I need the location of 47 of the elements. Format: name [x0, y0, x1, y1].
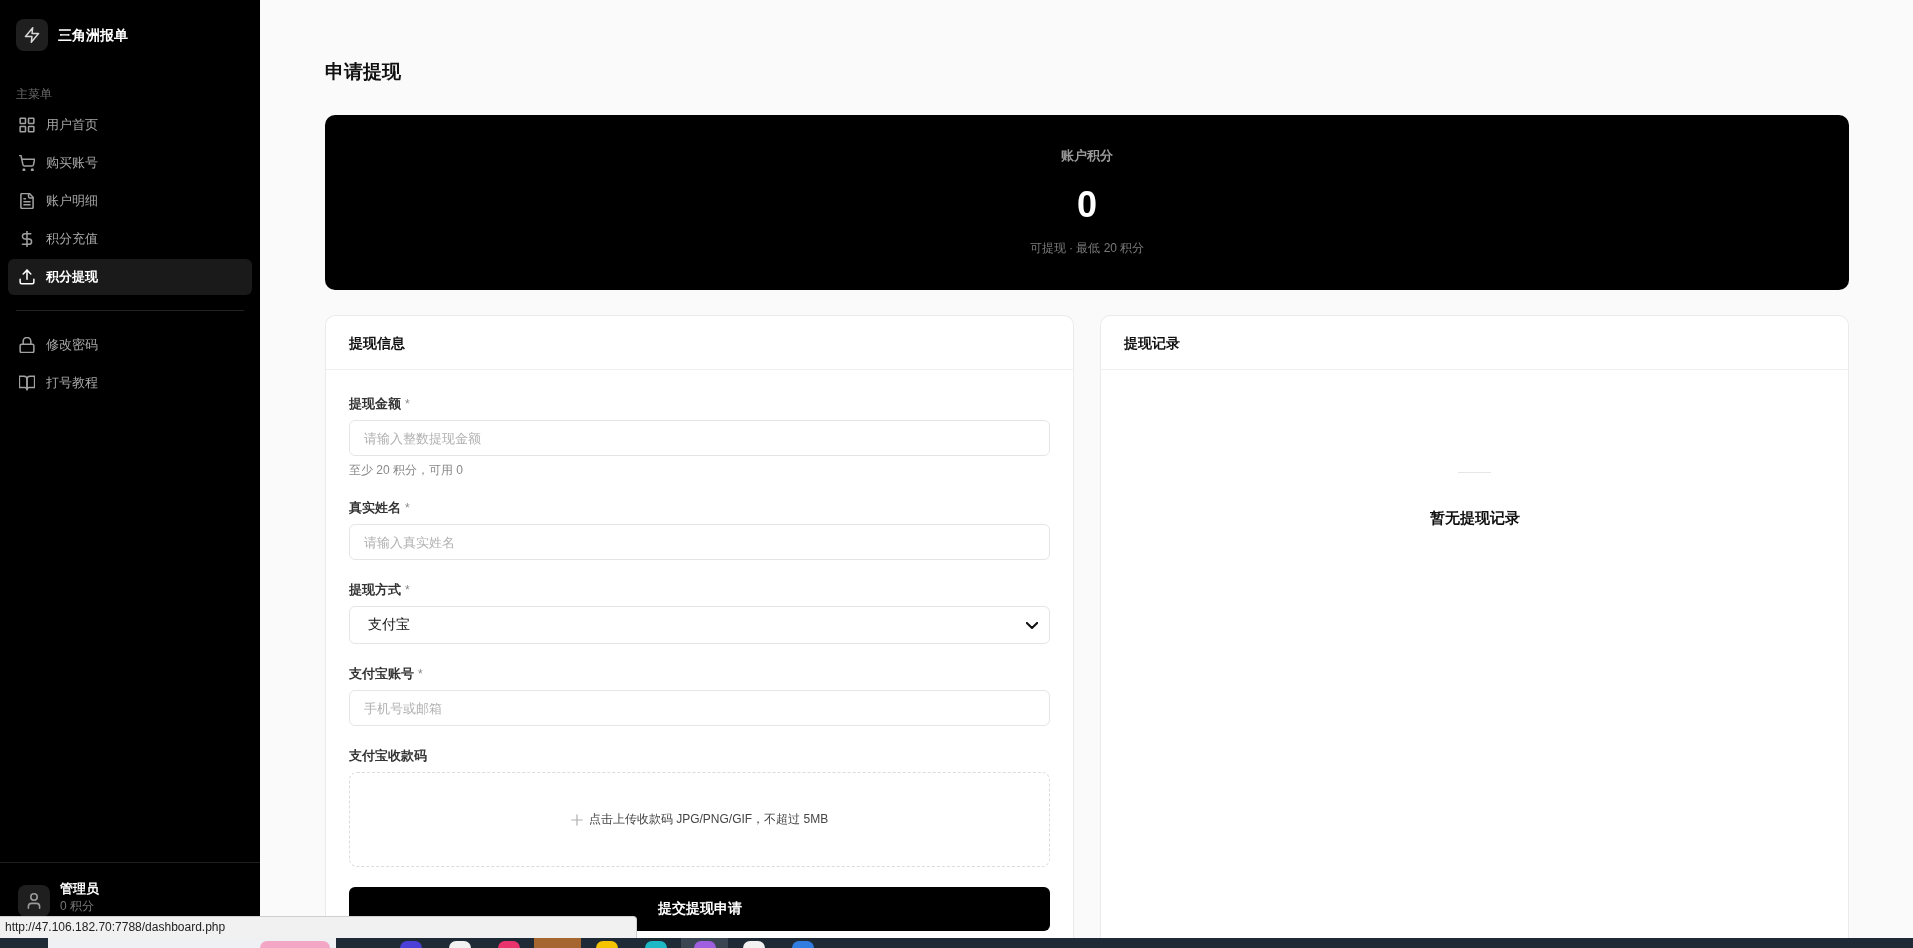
user-points: 0 积分: [60, 898, 94, 914]
upload-icon: [19, 269, 35, 285]
chevron-down-icon: [1026, 621, 1038, 629]
user-name: 管理员: [60, 880, 99, 898]
user-avatar-icon: [18, 885, 50, 917]
document-icon: [19, 193, 35, 209]
nav-item[interactable]: 打号教程: [8, 365, 252, 401]
nav-item[interactable]: 积分充值: [8, 221, 252, 257]
status-url-tooltip: http://47.106.182.70:7788/dashboard.php: [0, 916, 637, 938]
page-title: 申请提现: [325, 60, 401, 84]
input-field[interactable]: 请输入真实姓名: [349, 524, 1050, 560]
cart-icon: [19, 155, 35, 171]
required-mark: *: [405, 582, 410, 599]
nav-item[interactable]: 账户明细: [8, 183, 252, 219]
balance-note: 可提现 · 最低 20 积分: [1029, 240, 1145, 257]
required-mark: *: [405, 500, 410, 517]
field-label: 支付宝收款码: [349, 747, 427, 765]
taskbar-search-field[interactable]: [48, 938, 336, 948]
required-mark: *: [418, 666, 423, 683]
nav-item[interactable]: 购买账号: [8, 145, 252, 181]
book-icon: [19, 375, 35, 391]
balance-label: 账户积分: [1061, 147, 1113, 165]
card-title: 提现记录: [1124, 333, 1180, 353]
lock-icon: [19, 337, 35, 353]
nav-item[interactable]: 修改密码: [8, 327, 252, 363]
balance-value: 0: [1077, 183, 1097, 227]
input-field[interactable]: 手机号或邮箱: [349, 690, 1050, 726]
nav-item[interactable]: 用户首页: [8, 107, 252, 143]
field-hint: 至少 20 积分，可用 0: [349, 462, 464, 478]
field-label: 支付宝账号: [349, 665, 414, 683]
required-mark: *: [405, 396, 410, 413]
brand-title: 三角洲报单: [58, 26, 128, 45]
section-title: 主菜单: [16, 86, 52, 102]
input-field[interactable]: 请输入整数提现金额: [349, 420, 1050, 456]
dollar-icon: [19, 231, 35, 247]
upload-area[interactable]: 点击上传收款码 JPG/PNG/GIF，不超过 5MB: [349, 772, 1050, 867]
plus-icon: [570, 813, 583, 826]
grid-icon: [19, 117, 35, 133]
field-label: 真实姓名: [349, 499, 401, 517]
card-title: 提现信息: [349, 333, 405, 353]
empty-state-text: 暂无提现记录: [1429, 508, 1520, 528]
select-field[interactable]: 支付宝: [349, 606, 1050, 644]
lightning-icon: [16, 19, 48, 51]
nav-item[interactable]: 积分提现: [8, 259, 252, 295]
field-label: 提现方式: [349, 581, 401, 599]
field-label: 提现金额: [349, 395, 401, 413]
search-art-icon: [260, 941, 330, 948]
